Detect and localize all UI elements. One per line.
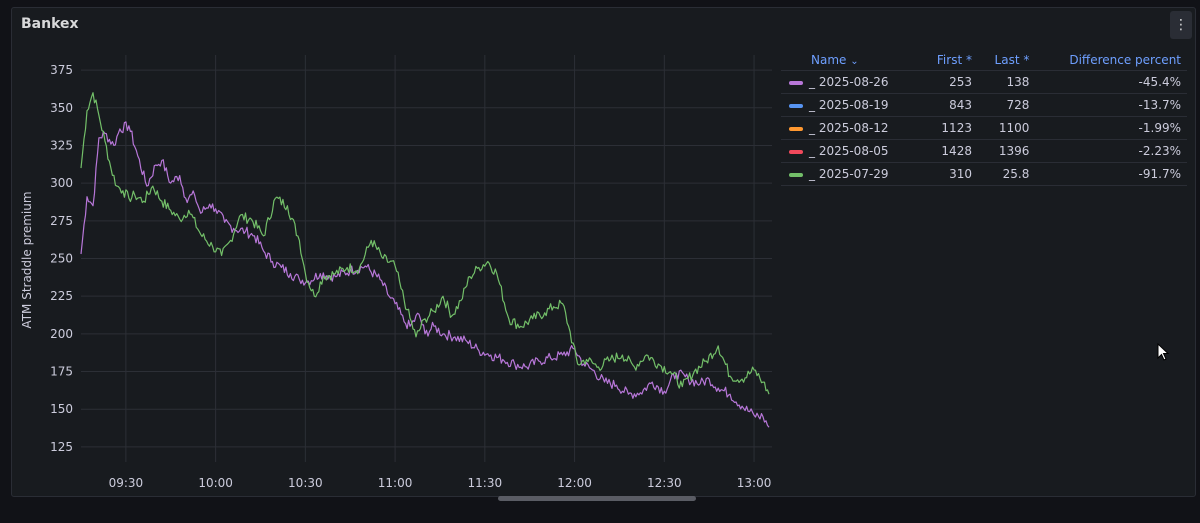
kebab-menu-icon[interactable]: ⋮: [1170, 11, 1192, 39]
line-chart: 125 150 175 200 225 250 275 300 325 350 375 09:30 1…: [50, 55, 772, 490]
series-label: _ 2025-08-12: [809, 121, 889, 135]
x-tick-label: 10:00: [198, 476, 233, 490]
mouse-cursor-icon: [1157, 343, 1170, 361]
first-value: 253: [920, 70, 978, 94]
x-tick-label: 13:00: [737, 476, 772, 490]
last-value: 1396: [977, 139, 1036, 163]
y-tick-label: 275: [50, 214, 73, 228]
legend-series-name[interactable]: _ 2025-08-19: [781, 93, 921, 117]
series-color-swatch: [789, 149, 803, 154]
horizontal-scrollbar[interactable]: [498, 496, 696, 501]
legend-header-first[interactable]: First *: [920, 50, 978, 71]
series-lines: [80, 92, 770, 428]
legend-row[interactable]: _ 2025-08-05 1428 1396 -2.23%: [781, 139, 1187, 163]
legend-header-name-label: Name: [811, 53, 847, 67]
first-value: 1123: [920, 116, 978, 140]
x-tick-label: 10:30: [288, 476, 323, 490]
last-value: 138: [977, 70, 1036, 94]
legend-series-name[interactable]: _ 2025-08-12: [781, 116, 921, 140]
series-color-swatch: [789, 80, 803, 85]
legend-header-diff[interactable]: Difference percent: [1035, 50, 1187, 71]
series-label: _ 2025-08-26: [809, 75, 889, 89]
legend-row[interactable]: _ 2025-08-19 843 728 -13.7%: [781, 93, 1187, 117]
diff-percent: -13.7%: [1035, 93, 1187, 117]
y-tick-label: 375: [50, 63, 73, 77]
last-value: 25.8: [977, 162, 1036, 186]
last-value: 728: [977, 93, 1036, 117]
series-color-swatch: [789, 126, 803, 131]
x-tick-label: 09:30: [109, 476, 144, 490]
x-tick-label: 12:30: [647, 476, 682, 490]
x-tick-label: 12:00: [557, 476, 592, 490]
y-tick-label: 200: [50, 327, 73, 341]
y-tick-label: 125: [50, 440, 73, 454]
x-tick-label: 11:30: [468, 476, 503, 490]
diff-percent: -91.7%: [1035, 162, 1187, 186]
legend-series-name[interactable]: _ 2025-08-26: [781, 70, 921, 94]
legend-series-name[interactable]: _ 2025-08-05: [781, 139, 921, 163]
series-label: _ 2025-08-19: [809, 98, 889, 112]
legend-row[interactable]: _ 2025-08-26 253 138 -45.4%: [781, 70, 1187, 94]
series-label: _ 2025-07-29: [809, 167, 889, 181]
legend-row[interactable]: _ 2025-07-29 310 25.8 -91.7%: [781, 162, 1187, 186]
first-value: 843: [920, 93, 978, 117]
y-tick-label: 225: [50, 289, 73, 303]
y-axis-ticks: 125 150 175 200 225 250 275 300 325 350 375: [50, 63, 73, 454]
chart-grid: [81, 55, 772, 462]
diff-percent: -2.23%: [1035, 139, 1187, 163]
y-tick-label: 325: [50, 138, 73, 152]
y-tick-label: 350: [50, 101, 73, 115]
legend-series-name[interactable]: _ 2025-07-29: [781, 162, 921, 186]
series-color-swatch: [789, 172, 803, 177]
last-value: 1100: [977, 116, 1036, 140]
legend-row[interactable]: _ 2025-08-12 1123 1100 -1.99%: [781, 116, 1187, 140]
y-tick-label: 150: [50, 402, 73, 416]
diff-percent: -45.4%: [1035, 70, 1187, 94]
series-color-swatch: [789, 103, 803, 108]
y-tick-label: 250: [50, 252, 73, 266]
legend-header-name[interactable]: Name ⌄: [781, 50, 920, 71]
legend-table: Name ⌄ First * Last * Difference percent…: [781, 50, 1187, 186]
sort-chevron-icon: ⌄: [850, 56, 859, 67]
y-tick-label: 300: [50, 176, 73, 190]
first-value: 1428: [920, 139, 978, 163]
series-label: _ 2025-08-05: [809, 144, 889, 158]
series-line: [80, 92, 770, 395]
y-tick-label: 175: [50, 365, 73, 379]
legend-header-last[interactable]: Last *: [978, 50, 1035, 71]
x-tick-label: 11:00: [378, 476, 413, 490]
x-axis-ticks: 09:30 10:00 10:30 11:00 11:30 12:00 12:30 13:00: [109, 476, 772, 490]
first-value: 310: [920, 162, 978, 186]
series-line: [80, 121, 770, 428]
diff-percent: -1.99%: [1035, 116, 1187, 140]
